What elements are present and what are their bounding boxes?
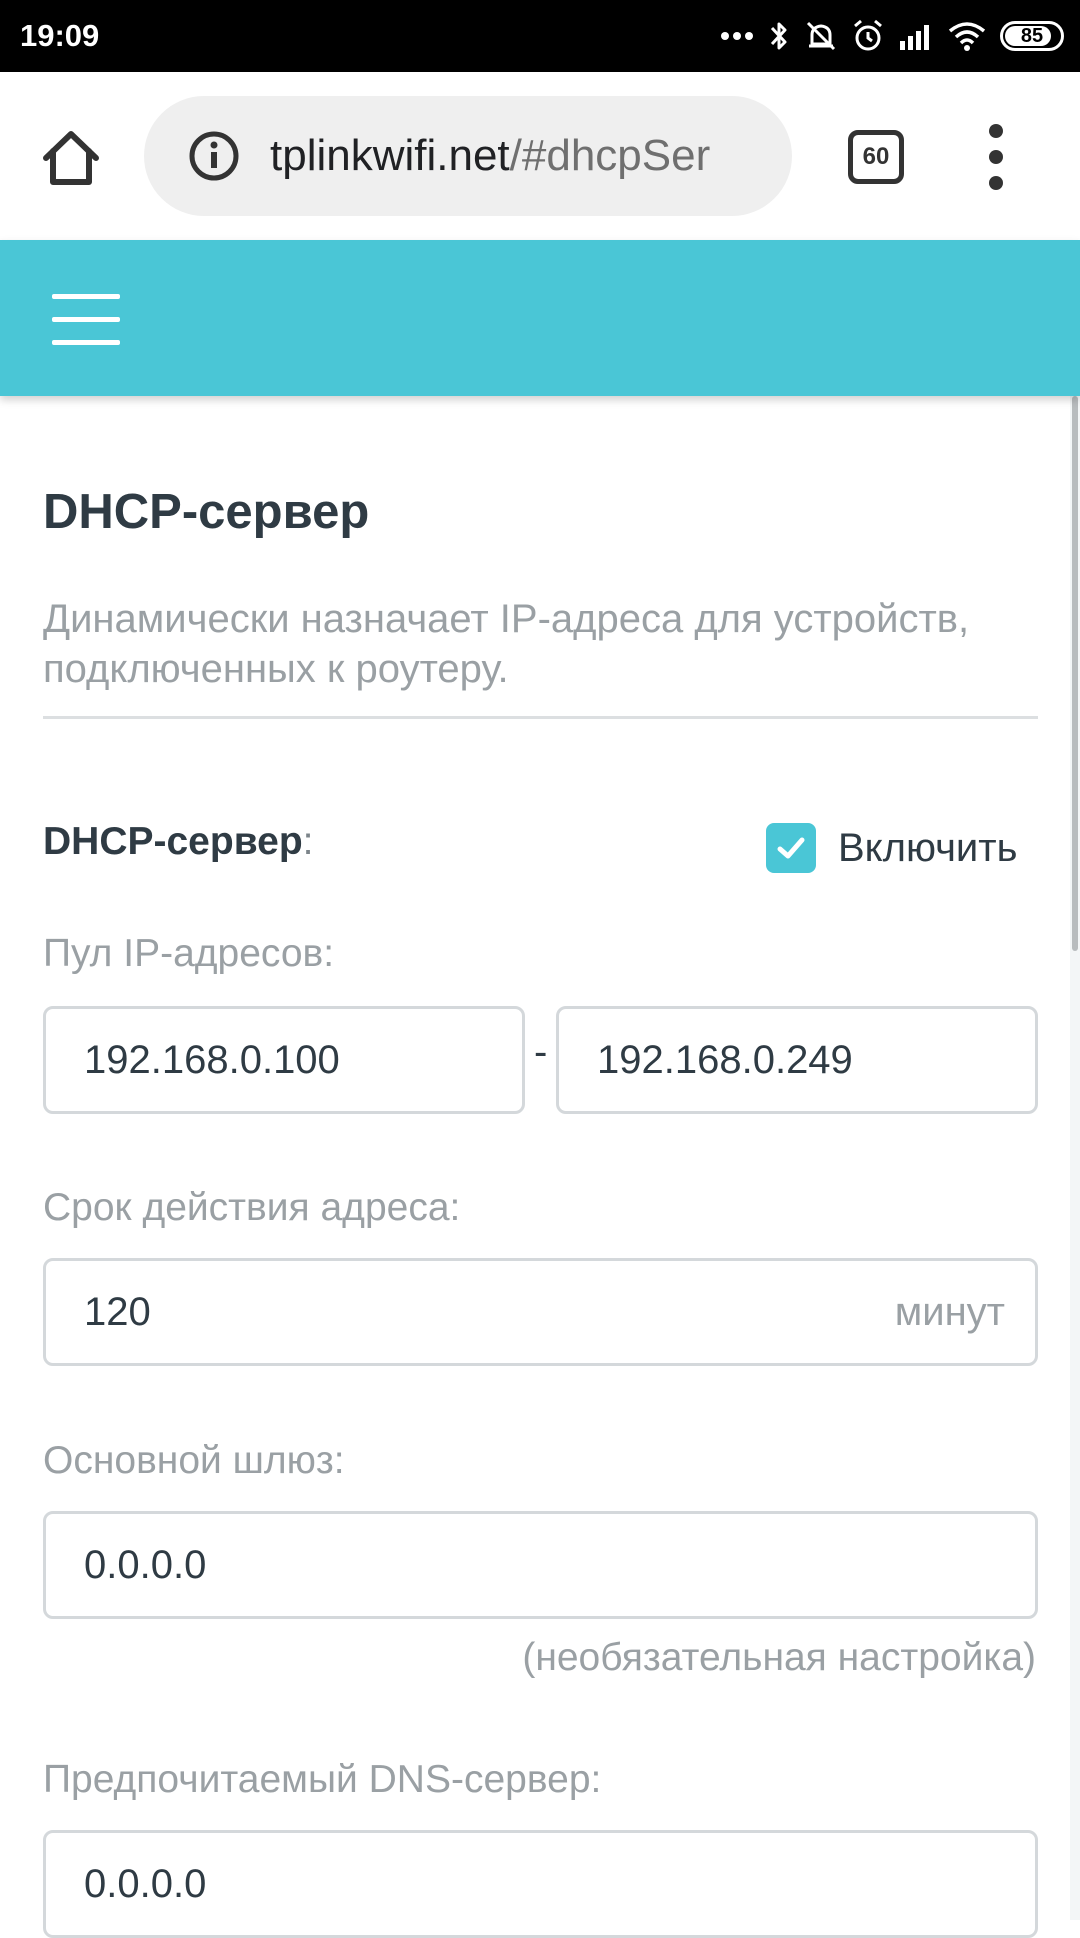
ip-pool-end-input[interactable]: 192.168.0.249 [556, 1006, 1038, 1114]
hamburger-line [52, 294, 120, 299]
home-button[interactable] [38, 124, 104, 190]
dns-primary-input[interactable]: 0.0.0.0 [43, 1830, 1038, 1938]
page-title: DHCP-сервер [43, 485, 370, 539]
url-text[interactable]: tplinkwifi.net/#dhcpSer [270, 96, 764, 216]
menu-dot [989, 124, 1003, 138]
url-path: /#dhcpSer [509, 131, 711, 180]
lease-time-label: Срок действия адреса: [43, 1186, 461, 1229]
tab-count: 60 [862, 143, 890, 170]
hamburger-line [52, 317, 120, 322]
ip-pool-start-input[interactable]: 192.168.0.100 [43, 1006, 525, 1114]
more-dots-icon [721, 32, 753, 40]
ip-pool-separator: - [534, 1030, 548, 1074]
signal-icon [900, 25, 929, 50]
enable-dhcp-label[interactable]: Включить [838, 826, 1017, 871]
page-content: DHCP-сервер Динамически назначает IP-адр… [0, 396, 1080, 1938]
ip-pool-start-value: 192.168.0.100 [84, 1038, 340, 1082]
battery-level: 85 [1020, 24, 1044, 47]
silent-mode-icon [806, 21, 836, 51]
page-description: Динамически назначает IP-адреса для устр… [43, 597, 970, 691]
dhcp-server-label: DHCP-сервер: [43, 820, 314, 864]
lease-time-input[interactable]: 120 минут [43, 1258, 1038, 1366]
scrollbar[interactable] [1072, 396, 1078, 951]
dhcp-server-label-text: DHCP-сервер [43, 820, 303, 863]
hamburger-menu-icon[interactable] [52, 294, 122, 346]
enable-dhcp-checkbox-row[interactable]: Включить [766, 820, 1017, 876]
alarm-icon [854, 19, 882, 51]
url-host: tplinkwifi.net [270, 131, 510, 180]
hamburger-line [52, 340, 120, 345]
lease-time-value: 120 [84, 1290, 151, 1334]
gateway-input[interactable]: 0.0.0.0 [43, 1511, 1038, 1619]
status-icons: 85 [720, 14, 1064, 58]
menu-dot [989, 150, 1003, 164]
info-icon[interactable] [188, 130, 240, 182]
battery-icon: 85 [1000, 21, 1064, 51]
dns-primary-label: Предпочитаемый DNS-сервер: [43, 1758, 602, 1801]
lease-time-unit: минут [894, 1290, 1005, 1334]
menu-dot [989, 176, 1003, 190]
ip-pool-end-value: 192.168.0.249 [597, 1038, 853, 1082]
checkmark-icon [777, 837, 805, 859]
browser-toolbar: tplinkwifi.net/#dhcpSer 60 [0, 72, 1080, 240]
home-icon [43, 131, 99, 185]
address-bar[interactable]: tplinkwifi.net/#dhcpSer [144, 96, 792, 216]
gateway-optional-note: (необязательная настройка) [522, 1636, 1036, 1679]
site-header [0, 240, 1080, 396]
status-bar: 19:09 85 [0, 0, 1080, 72]
gateway-label: Основной шлюз: [43, 1439, 345, 1482]
more-vert-icon[interactable] [976, 124, 1016, 190]
settings-card: DHCP-сервер Динамически назначает IP-адр… [0, 396, 1070, 1938]
divider [43, 716, 1038, 719]
tabs-button[interactable]: 60 [848, 130, 904, 184]
status-time: 19:09 [20, 18, 100, 53]
ip-pool-label: Пул IP-адресов: [43, 932, 335, 975]
gateway-value: 0.0.0.0 [84, 1543, 207, 1587]
enable-dhcp-checkbox[interactable] [766, 823, 816, 873]
dhcp-server-label-colon: : [302, 820, 314, 863]
bluetooth-icon [770, 22, 787, 50]
wifi-icon [948, 22, 986, 51]
